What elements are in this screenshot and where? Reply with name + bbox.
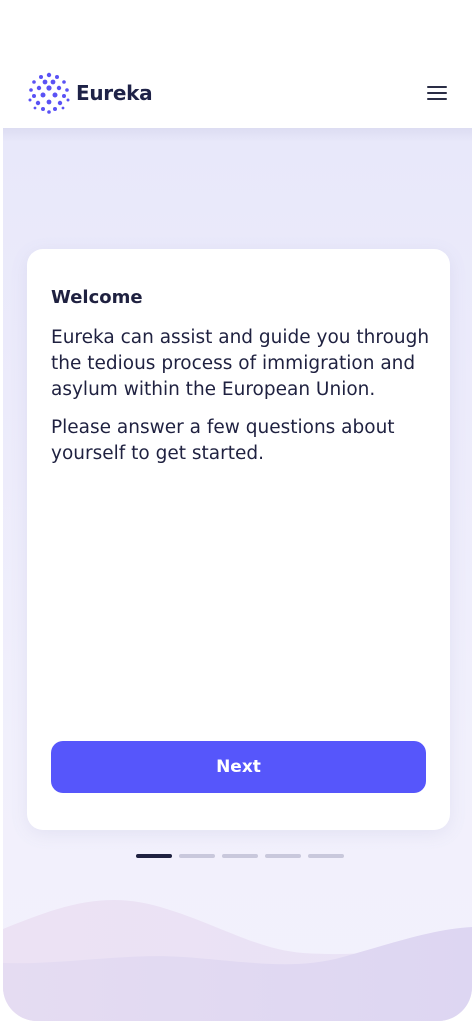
card-title: Welcome: [51, 287, 143, 308]
hamburger-menu-icon[interactable]: [425, 82, 449, 104]
next-button[interactable]: Next: [51, 741, 426, 793]
app-header: Eureka: [0, 60, 475, 128]
step-dot-4: [265, 854, 301, 858]
header-shadow: [3, 128, 472, 142]
welcome-card: Welcome Eureka can assist and guide you …: [27, 249, 450, 830]
step-dot-5: [308, 854, 344, 858]
main-content: Welcome Eureka can assist and guide you …: [3, 128, 472, 1021]
app-logo[interactable]: Eureka: [26, 70, 153, 116]
app-name: Eureka: [76, 81, 153, 105]
app-screen: Eureka Welcome Eureka can assist and gui…: [0, 0, 475, 1024]
card-body: Eureka can assist and guide you through …: [51, 325, 431, 479]
step-indicator: [136, 854, 344, 858]
step-dot-3: [222, 854, 258, 858]
card-paragraph: Please answer a few questions about your…: [51, 417, 395, 464]
step-dot-2: [179, 854, 215, 858]
molecule-sphere-icon: [28, 72, 70, 114]
card-paragraph: Eureka can assist and guide you through …: [51, 327, 430, 400]
step-dot-1: [136, 854, 172, 858]
decorative-waves: [3, 900, 472, 1021]
